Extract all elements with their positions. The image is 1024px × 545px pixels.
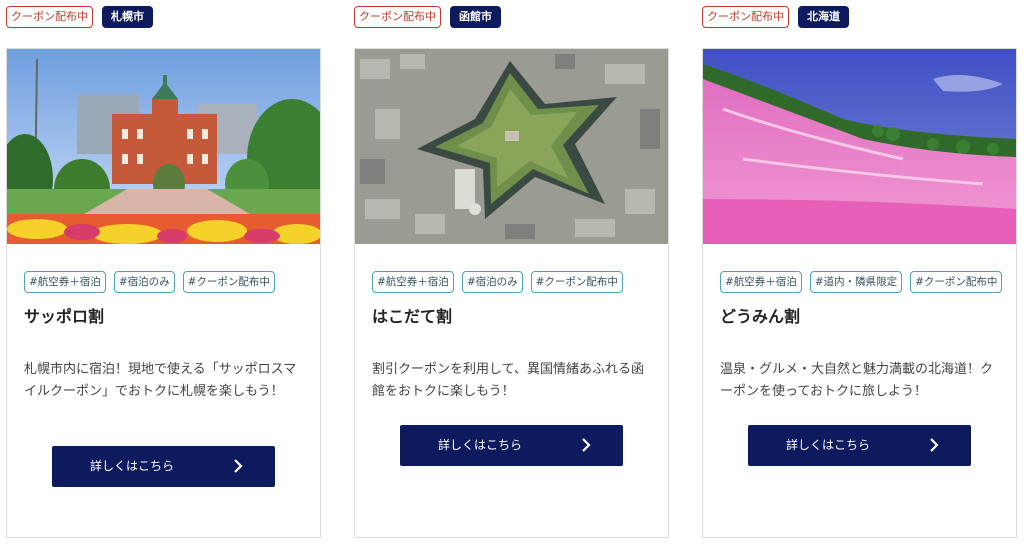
- plan-card-hakodate: クーポン配布中 函館市 #航空券＋宿泊 #宿泊のみ #クーポン配布中 はこだて割…: [354, 0, 669, 545]
- coupon-badge: クーポン配布中: [6, 6, 93, 28]
- coupon-badge: クーポン配布中: [702, 6, 789, 28]
- card-badges: クーポン配布中 函館市: [354, 6, 501, 28]
- tag-list: #航空券＋宿泊 #道内・隣県限定 #クーポン配布中: [720, 271, 1003, 293]
- shibazakura-photo-illustration: [703, 49, 1016, 244]
- chevron-right-icon: [930, 438, 939, 452]
- card-body: #航空券＋宿泊 #宿泊のみ #クーポン配布中 サッポロ割 札幌市内に宿泊！現地で…: [6, 48, 321, 538]
- details-button[interactable]: 詳しくはこちら: [748, 425, 971, 466]
- city-badge: 函館市: [450, 6, 501, 28]
- tag-coupon[interactable]: #クーポン配布中: [182, 271, 275, 293]
- city-badge: 北海道: [798, 6, 849, 28]
- tag-list: #航空券＋宿泊 #宿泊のみ #クーポン配布中: [24, 271, 275, 293]
- card-photo[interactable]: [703, 49, 1016, 244]
- tag-flight-hotel[interactable]: #航空券＋宿泊: [372, 271, 454, 293]
- card-body: #航空券＋宿泊 #道内・隣県限定 #クーポン配布中 どうみん割 温泉・グルメ・大…: [702, 48, 1017, 538]
- tag-flight-hotel[interactable]: #航空券＋宿泊: [720, 271, 802, 293]
- card-body: #航空券＋宿泊 #宿泊のみ #クーポン配布中 はこだて割 割引クーポンを利用して…: [354, 48, 669, 538]
- city-badge: 札幌市: [102, 6, 153, 28]
- card-title: サッポロ割: [24, 307, 105, 326]
- card-title: どうみん割: [720, 307, 801, 326]
- card-description: 温泉・グルメ・大自然と魅力満載の北海道！クーポンを使っておトクに旅しよう！: [720, 362, 994, 399]
- details-button-label: 詳しくはこちら: [437, 438, 522, 452]
- plan-card-sapporo: クーポン配布中 札幌市 #航空券＋宿泊 #宿泊のみ #クーポン配布中 サッポロ割…: [6, 0, 321, 545]
- tag-hotel-only[interactable]: #宿泊のみ: [113, 271, 175, 293]
- tag-flight-hotel[interactable]: #航空券＋宿泊: [24, 271, 106, 293]
- card-title: はこだて割: [372, 307, 453, 326]
- chevron-right-icon: [582, 438, 591, 452]
- chevron-right-icon: [234, 459, 243, 473]
- card-badges: クーポン配布中 札幌市: [6, 6, 153, 28]
- tag-coupon[interactable]: #クーポン配布中: [530, 271, 623, 293]
- details-button-label: 詳しくはこちら: [89, 459, 174, 473]
- tag-hotel-only[interactable]: #宿泊のみ: [461, 271, 523, 293]
- card-photo[interactable]: [355, 49, 668, 244]
- details-button[interactable]: 詳しくはこちら: [400, 425, 623, 466]
- card-photo[interactable]: [7, 49, 320, 244]
- tag-list: #航空券＋宿泊 #宿泊のみ #クーポン配布中: [372, 271, 623, 293]
- sapporo-photo-illustration: [7, 49, 320, 244]
- card-badges: クーポン配布中 北海道: [702, 6, 849, 28]
- tag-coupon[interactable]: #クーポン配布中: [910, 271, 1003, 293]
- hakodate-photo-illustration: [355, 49, 668, 244]
- tag-regional-limited[interactable]: #道内・隣県限定: [809, 271, 903, 293]
- details-button[interactable]: 詳しくはこちら: [52, 446, 275, 487]
- plan-card-doumin: クーポン配布中 北海道 #航空券＋宿泊 #道内・隣県限定 #クーポン配布中 どう…: [702, 0, 1017, 545]
- coupon-badge: クーポン配布中: [354, 6, 441, 28]
- card-description: 札幌市内に宿泊！現地で使える「サッポロスマイルクーポン」でおトクに札幌を楽しもう…: [24, 362, 297, 399]
- details-button-label: 詳しくはこちら: [785, 438, 870, 452]
- card-description: 割引クーポンを利用して、異国情緒あふれる函館をおトクに楽しもう！: [372, 362, 644, 399]
